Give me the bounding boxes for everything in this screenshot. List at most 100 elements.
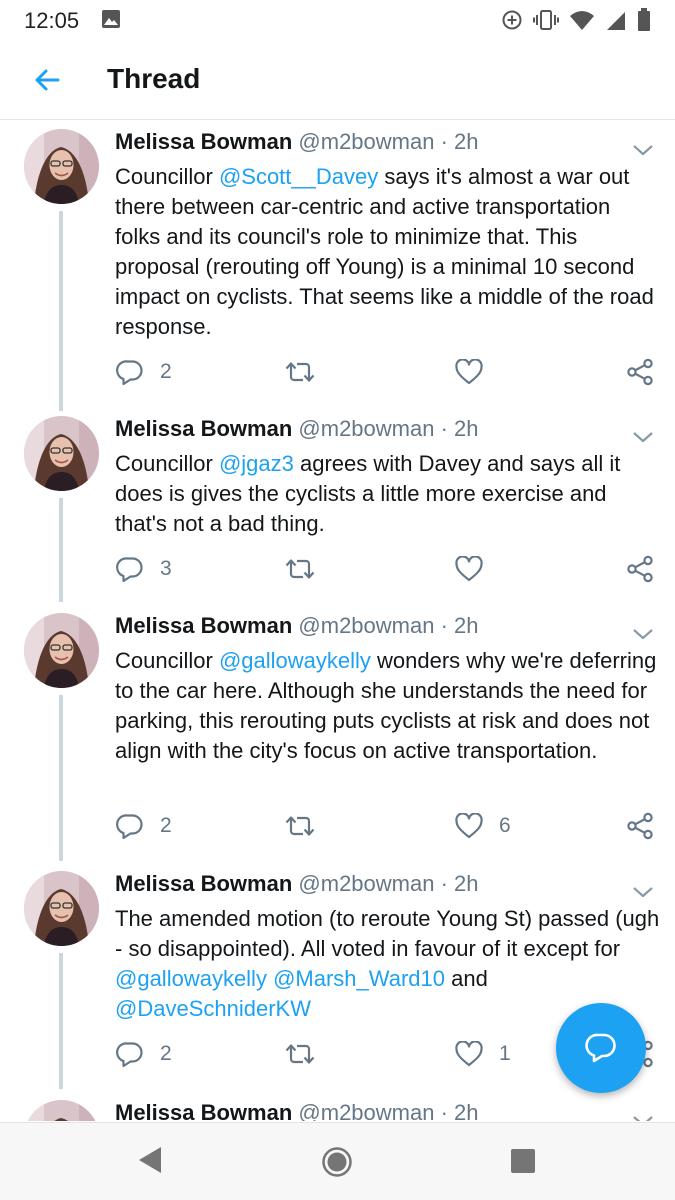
tweet-text-segment: Councillor xyxy=(115,164,219,189)
author-name[interactable]: Melissa Bowman xyxy=(115,871,292,896)
status-icons xyxy=(501,8,651,32)
status-time: 12:05 xyxy=(24,8,80,33)
back-arrow-icon[interactable] xyxy=(30,62,66,98)
author-name[interactable]: Melissa Bowman xyxy=(115,129,292,154)
retweet-button[interactable] xyxy=(285,549,315,589)
tweet-actions: 2 xyxy=(0,352,675,392)
tweet-text: Councillor @gallowaykelly wonders why we… xyxy=(115,646,660,766)
thread-feed[interactable]: Melissa Bowman @m2bowman · 2h Councillor… xyxy=(0,121,675,1121)
mention-link[interactable]: @Scott__Davey xyxy=(219,164,378,189)
tweet-time: 2h xyxy=(454,871,479,896)
tweet-text: The amended motion (to reroute Young St)… xyxy=(115,904,660,1024)
like-icon xyxy=(455,1041,483,1067)
separator-dot: · xyxy=(440,129,448,154)
tweet-time: 2h xyxy=(454,1100,479,1121)
share-icon xyxy=(626,812,654,840)
chevron-down-icon[interactable] xyxy=(632,430,654,444)
tweet-text-segment: and xyxy=(445,966,488,991)
reply-count: 2 xyxy=(160,814,172,837)
tweet-text-segment: The amended motion (to reroute Young St)… xyxy=(115,906,660,961)
retweet-icon xyxy=(285,360,315,384)
avatar[interactable] xyxy=(24,129,99,204)
tweet-text: Councillor @jgaz3 agrees with Davey and … xyxy=(115,449,660,539)
recents-square-icon[interactable] xyxy=(510,1148,536,1174)
mention-link[interactable]: @DaveSchniderKW xyxy=(115,996,311,1021)
data-saver-icon xyxy=(502,10,522,30)
retweet-button[interactable] xyxy=(285,352,315,392)
mention-link[interactable]: @gallowaykelly xyxy=(219,648,371,673)
like-button[interactable] xyxy=(455,549,483,589)
battery-icon xyxy=(638,8,650,31)
compose-reply-icon xyxy=(585,1033,616,1063)
chevron-down-icon[interactable] xyxy=(632,143,654,157)
mention-link[interactable]: @jgaz3 xyxy=(219,451,294,476)
share-button[interactable] xyxy=(626,806,654,846)
compose-reply-button[interactable] xyxy=(556,1003,646,1093)
retweet-button[interactable] xyxy=(285,1034,315,1074)
app-bar: Thread xyxy=(0,40,675,120)
reply-button[interactable]: 3 xyxy=(116,549,172,589)
status-bar: 12:05 xyxy=(0,0,675,40)
tweet[interactable]: Melissa Bowman @m2bowman · 2h Councillor… xyxy=(0,613,675,861)
author-handle[interactable]: @m2bowman xyxy=(298,1100,434,1121)
retweet-button[interactable] xyxy=(285,806,315,846)
avatar[interactable] xyxy=(24,416,99,491)
signal-icon xyxy=(607,12,625,30)
author-name[interactable]: Melissa Bowman xyxy=(115,1100,292,1121)
vibrate-icon xyxy=(533,10,559,30)
author-name[interactable]: Melissa Bowman xyxy=(115,613,292,638)
like-icon xyxy=(455,813,483,839)
share-button[interactable] xyxy=(626,352,654,392)
tweet-time: 2h xyxy=(454,416,479,441)
tweet-text: Councillor @Scott__Davey says it's almos… xyxy=(115,162,660,342)
avatar[interactable] xyxy=(24,871,99,946)
system-navigation-bar xyxy=(0,1122,675,1200)
mention-link[interactable]: @Marsh_Ward10 xyxy=(273,966,445,991)
back-triangle-icon[interactable] xyxy=(136,1145,164,1175)
chevron-down-icon[interactable] xyxy=(632,885,654,899)
like-button[interactable]: 6 xyxy=(455,806,511,846)
reply-count: 2 xyxy=(160,1042,172,1065)
home-circle-icon[interactable] xyxy=(321,1146,353,1178)
reply-button[interactable]: 2 xyxy=(116,352,172,392)
like-button[interactable]: 1 xyxy=(455,1034,511,1074)
gallery-icon xyxy=(102,10,120,28)
chevron-down-icon[interactable] xyxy=(632,627,654,641)
avatar[interactable] xyxy=(24,1100,99,1121)
tweet-header: Melissa Bowman @m2bowman · 2h xyxy=(115,129,479,159)
share-button[interactable] xyxy=(626,549,654,589)
retweet-icon xyxy=(285,557,315,581)
like-button[interactable] xyxy=(455,352,483,392)
reply-icon xyxy=(116,555,144,583)
author-handle[interactable]: @m2bowman xyxy=(298,129,434,154)
chevron-down-icon[interactable] xyxy=(632,1114,654,1121)
tweet-time: 2h xyxy=(454,613,479,638)
share-icon xyxy=(626,555,654,583)
retweet-icon xyxy=(285,814,315,838)
like-count: 1 xyxy=(499,1042,511,1065)
mention-link[interactable]: @gallowaykelly xyxy=(115,966,267,991)
author-handle[interactable]: @m2bowman xyxy=(298,871,434,896)
reply-icon xyxy=(116,812,144,840)
reply-button[interactable]: 2 xyxy=(116,1034,172,1074)
avatar[interactable] xyxy=(24,613,99,688)
reply-button[interactable]: 2 xyxy=(116,806,172,846)
retweet-icon xyxy=(285,1042,315,1066)
tweet-header: Melissa Bowman @m2bowman · 2h xyxy=(115,1100,479,1121)
tweet-text-segment: Councillor xyxy=(115,451,219,476)
tweet[interactable]: Melissa Bowman @m2bowman · 2h xyxy=(0,1100,675,1121)
author-handle[interactable]: @m2bowman xyxy=(298,613,434,638)
reply-count: 3 xyxy=(160,557,172,580)
separator-dot: · xyxy=(440,871,448,896)
tweet-header: Melissa Bowman @m2bowman · 2h xyxy=(115,416,479,446)
tweet-header: Melissa Bowman @m2bowman · 2h xyxy=(115,871,479,901)
separator-dot: · xyxy=(440,1100,448,1121)
tweet-header: Melissa Bowman @m2bowman · 2h xyxy=(115,613,479,643)
like-icon xyxy=(455,359,483,385)
tweet[interactable]: Melissa Bowman @m2bowman · 2h Councillor… xyxy=(0,416,675,602)
author-handle[interactable]: @m2bowman xyxy=(298,416,434,441)
reply-icon xyxy=(116,1040,144,1068)
author-name[interactable]: Melissa Bowman xyxy=(115,416,292,441)
share-icon xyxy=(626,358,654,386)
tweet[interactable]: Melissa Bowman @m2bowman · 2h Councillor… xyxy=(0,129,675,411)
